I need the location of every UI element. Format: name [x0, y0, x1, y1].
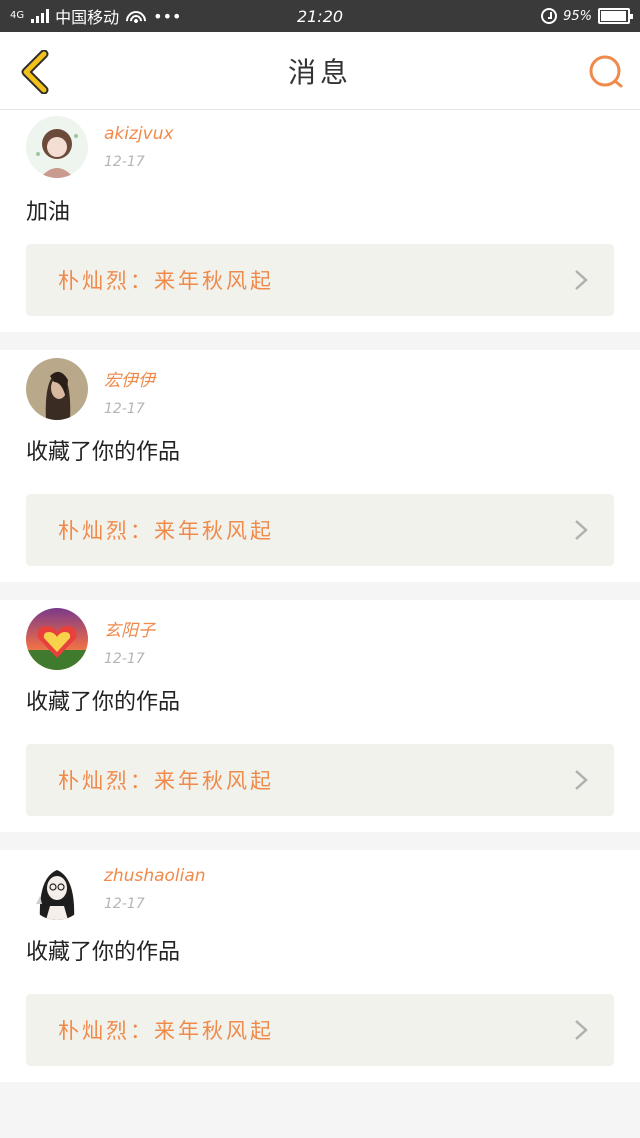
- work-title: 朴灿烈：来年秋风起: [58, 519, 274, 543]
- avatar[interactable]: [26, 608, 88, 670]
- username[interactable]: 宏伊伊: [104, 366, 155, 391]
- battery-percent: 95%: [563, 8, 592, 24]
- work-link[interactable]: 朴灿烈：来年秋风起: [26, 244, 614, 316]
- chevron-left-icon: [21, 49, 49, 95]
- carrier-label: 中国移动: [55, 8, 120, 27]
- wifi-icon: [125, 9, 148, 23]
- status-left: 4G 中国移动 •••: [10, 4, 181, 28]
- chevron-right-icon: [575, 520, 588, 540]
- user-meta: akizjvux 12-17: [104, 116, 174, 170]
- message-card: zhushaolian 12-17 收藏了你的作品 朴灿烈：来年秋风起: [0, 850, 640, 1082]
- alarm-icon: [541, 8, 558, 24]
- overflow-dots: •••: [153, 6, 182, 26]
- back-button[interactable]: [18, 49, 52, 95]
- battery-icon: [598, 8, 633, 24]
- search-icon: [589, 55, 623, 88]
- work-title: 朴灿烈：来年秋风起: [58, 1019, 274, 1043]
- page-title: 消息: [287, 55, 352, 89]
- network-type: 4G: [10, 10, 25, 21]
- username[interactable]: 玄阳子: [104, 616, 155, 641]
- nav-bar: 消息: [0, 32, 640, 110]
- username[interactable]: zhushaolian: [104, 866, 206, 886]
- user-meta: 玄阳子 12-17: [104, 608, 155, 667]
- work-title: 朴灿烈：来年秋风起: [58, 769, 274, 793]
- chevron-right-icon: [575, 1020, 588, 1040]
- avatar[interactable]: [26, 358, 88, 420]
- timestamp: 12-17: [104, 154, 145, 170]
- search-button[interactable]: [586, 52, 626, 92]
- message-text: 加油: [26, 200, 71, 225]
- work-link[interactable]: 朴灿烈：来年秋风起: [26, 494, 614, 566]
- avatar[interactable]: [26, 858, 88, 920]
- avatar[interactable]: [26, 116, 88, 178]
- message-card: 宏伊伊 12-17 收藏了你的作品 朴灿烈：来年秋风起: [0, 350, 640, 582]
- signal-icon: [31, 9, 50, 23]
- message-header: 宏伊伊 12-17: [26, 350, 614, 422]
- message-header: akizjvux 12-17: [26, 110, 614, 178]
- user-meta: 宏伊伊 12-17: [104, 358, 155, 417]
- message-card: akizjvux 12-17 加油 朴灿烈：来年秋风起: [0, 110, 640, 332]
- message-text: 收藏了你的作品: [26, 940, 181, 965]
- message-header: 玄阳子 12-17: [26, 600, 614, 672]
- status-right: 95%: [541, 8, 633, 24]
- status-bar: 4G 中国移动 ••• 21:20 95%: [0, 0, 640, 32]
- message-text: 收藏了你的作品: [26, 440, 181, 465]
- work-link[interactable]: 朴灿烈：来年秋风起: [26, 744, 614, 816]
- message-card: 玄阳子 12-17 收藏了你的作品 朴灿烈：来年秋风起: [0, 600, 640, 832]
- username[interactable]: akizjvux: [104, 124, 174, 144]
- message-header: zhushaolian 12-17: [26, 850, 614, 922]
- work-title: 朴灿烈：来年秋风起: [58, 269, 274, 293]
- chevron-right-icon: [575, 770, 588, 790]
- message-text: 收藏了你的作品: [26, 690, 181, 715]
- timestamp: 12-17: [104, 401, 145, 417]
- timestamp: 12-17: [104, 896, 145, 912]
- user-meta: zhushaolian 12-17: [104, 858, 206, 912]
- timestamp: 12-17: [104, 651, 145, 667]
- work-link[interactable]: 朴灿烈：来年秋风起: [26, 994, 614, 1066]
- chevron-right-icon: [575, 270, 588, 290]
- message-feed: akizjvux 12-17 加油 朴灿烈：来年秋风起 宏伊伊 12-17 收藏…: [0, 110, 640, 1082]
